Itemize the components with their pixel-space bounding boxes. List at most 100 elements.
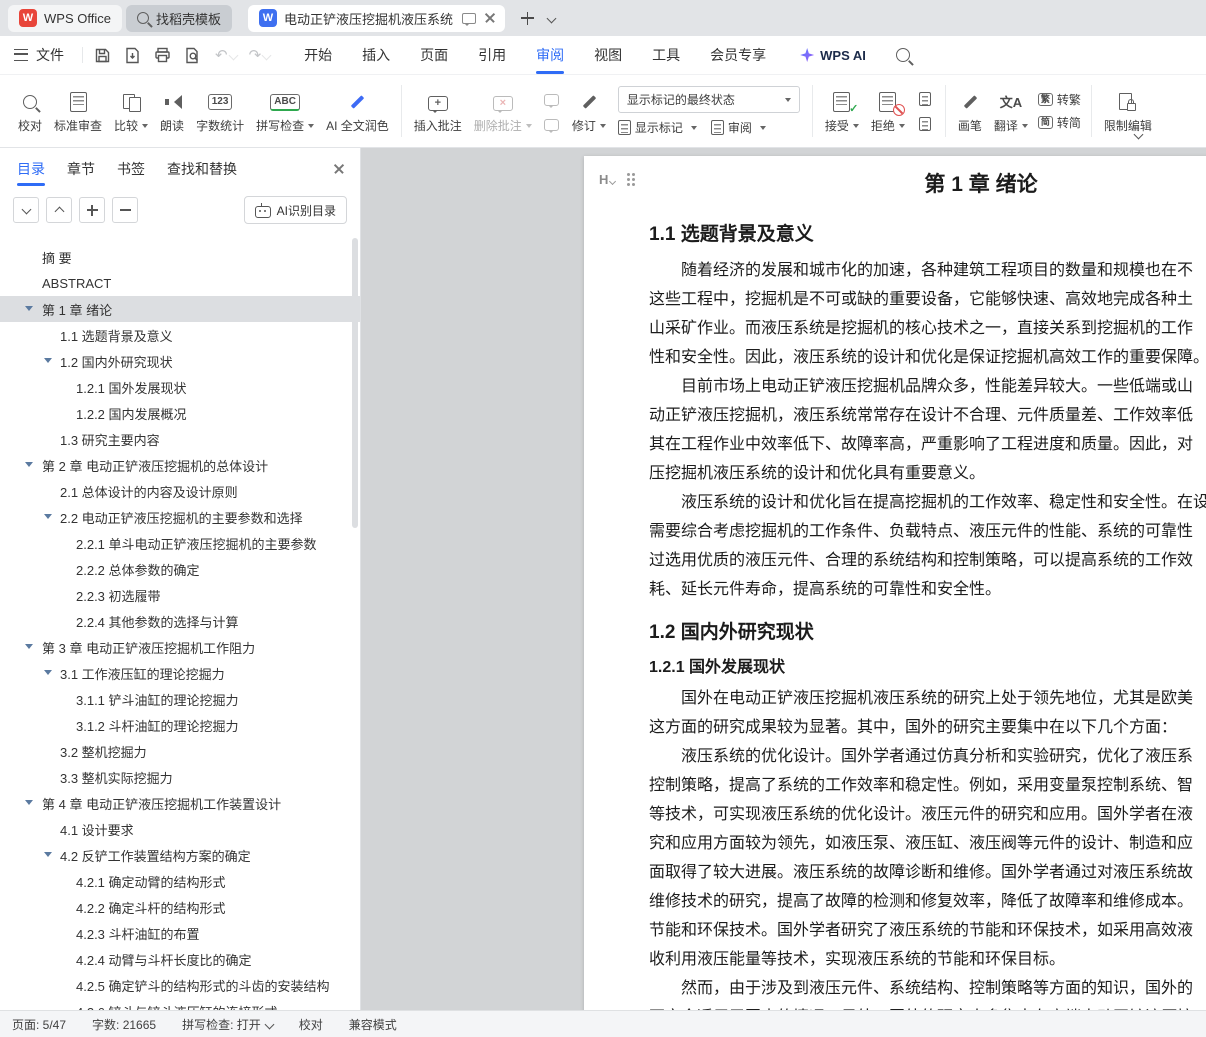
expand-all-button[interactable]: [13, 197, 39, 223]
to-simplified-button[interactable]: 简 转简: [1037, 114, 1081, 131]
toc-expand-icon[interactable]: [44, 670, 52, 675]
spellcheck-indicator[interactable]: 拼写检查: 打开: [182, 1016, 275, 1033]
toc-item[interactable]: 第 3 章 电动正铲液压挖掘机工作阻力: [0, 634, 360, 660]
toc-item[interactable]: 4.1 设计要求: [0, 816, 360, 842]
document-page[interactable]: 第 1 章 绪论 1.1 选题背景及意义 随着经济的发展和城市化的加速，各种建筑…: [584, 156, 1206, 1010]
word-count-button[interactable]: 123 字数统计: [190, 80, 250, 142]
insert-comment-button[interactable]: 插入批注: [408, 80, 468, 142]
toc-item[interactable]: 4.2.4 动臂与斗杆长度比的确定: [0, 946, 360, 972]
drag-handle-icon[interactable]: [627, 173, 631, 176]
redo-button[interactable]: [249, 48, 262, 63]
sidebar-tab[interactable]: 查找和替换: [167, 150, 237, 188]
sidebar-tab[interactable]: 目录: [17, 150, 45, 188]
review-pane-button[interactable]: 审阅: [710, 119, 766, 136]
toc-item[interactable]: 3.2 整机挖掘力: [0, 738, 360, 764]
compare-button[interactable]: 比较: [108, 80, 154, 142]
restrict-editing-button[interactable]: 限制编辑: [1098, 80, 1158, 142]
undo-chevron-icon[interactable]: [228, 50, 239, 60]
markup-state-dropdown[interactable]: 显示标记的最终状态: [617, 86, 800, 113]
toc-item[interactable]: 1.2.1 国外发展现状: [0, 374, 360, 400]
undo-button[interactable]: [215, 48, 228, 63]
toc-item[interactable]: 4.2.5 确定铲斗的结构形式的斗齿的安装结构: [0, 972, 360, 998]
delete-comment-button[interactable]: 删除批注: [468, 80, 538, 142]
document-canvas[interactable]: H 第 1 章 绪论 1.1 选题背景及意义 随着经济的发展和城市化的加速，各种…: [361, 148, 1206, 1010]
menu-tab[interactable]: 页面: [420, 36, 448, 74]
ink-brush-button[interactable]: 画笔: [952, 80, 988, 142]
zoom-in-toc-button[interactable]: [79, 197, 105, 223]
print-preview-button[interactable]: [179, 42, 205, 68]
wps-ai-button[interactable]: WPS AI: [800, 48, 866, 63]
toc-item[interactable]: 1.2 国内外研究现状: [0, 348, 360, 374]
toc-item[interactable]: 3.1.1 铲斗油缸的理论挖掘力: [0, 686, 360, 712]
menu-tab[interactable]: 工具: [652, 36, 680, 74]
toc-expand-icon[interactable]: [44, 852, 52, 857]
toc-item[interactable]: 2.2.4 其他参数的选择与计算: [0, 608, 360, 634]
toc-item[interactable]: 2.2 电动正铲液压挖掘机的主要参数和选择: [0, 504, 360, 530]
previous-revision-button[interactable]: [914, 89, 936, 109]
spellcheck-chevron-icon[interactable]: [264, 1019, 275, 1029]
toc-item[interactable]: 4.2.3 斗杆油缸的布置: [0, 920, 360, 946]
toc-item[interactable]: 2.2.1 单斗电动正铲液压挖掘机的主要参数: [0, 530, 360, 556]
export-pdf-button[interactable]: [119, 42, 145, 68]
tab-list-chevron-icon[interactable]: [546, 13, 557, 23]
toc-item[interactable]: 2.2.3 初选履带: [0, 582, 360, 608]
toc-item[interactable]: 4.2.2 确定斗杆的结构形式: [0, 894, 360, 920]
page-indicator[interactable]: 页面: 5/47: [12, 1016, 66, 1033]
toc-item[interactable]: 摘 要: [0, 244, 360, 270]
next-comment-button[interactable]: [541, 114, 563, 134]
save-button[interactable]: [89, 42, 115, 68]
close-sidebar-icon[interactable]: [332, 162, 346, 176]
menu-tab[interactable]: 会员专享: [710, 36, 766, 74]
sidebar-tab[interactable]: 书签: [117, 150, 145, 188]
toc-item[interactable]: 1.1 选题背景及意义: [0, 322, 360, 348]
toc-item[interactable]: 4.2.6 铲斗与铲斗液压缸的连接形式: [0, 998, 360, 1011]
toc-item[interactable]: 4.2.1 确定动臂的结构形式: [0, 868, 360, 894]
toc-item[interactable]: 1.3 研究主要内容: [0, 426, 360, 452]
toc-item[interactable]: 第 4 章 电动正铲液压挖掘机工作装置设计: [0, 790, 360, 816]
toc-item[interactable]: 第 1 章 绪论: [0, 296, 360, 322]
translate-button[interactable]: 文A 翻译: [988, 80, 1034, 142]
toc-item[interactable]: 3.1.2 斗杆油缸的理论挖掘力: [0, 712, 360, 738]
standard-review-button[interactable]: 标准审查: [48, 80, 108, 142]
ai-polish-button[interactable]: AI 全文润色: [320, 80, 395, 142]
toc-expand-icon[interactable]: [25, 800, 33, 805]
track-changes-button[interactable]: 修订: [566, 80, 612, 142]
read-aloud-button[interactable]: 朗读: [154, 80, 190, 142]
sidebar-tab[interactable]: 章节: [67, 150, 95, 188]
zoom-out-toc-button[interactable]: [112, 197, 138, 223]
menu-tab[interactable]: 视图: [594, 36, 622, 74]
collapse-all-button[interactable]: [46, 197, 72, 223]
redo-chevron-icon[interactable]: [261, 50, 272, 60]
new-tab-button[interactable]: [520, 11, 534, 25]
toc-expand-icon[interactable]: [25, 462, 33, 467]
toc-item[interactable]: 1.2.2 国内发展概况: [0, 400, 360, 426]
proofread-button[interactable]: 校对: [12, 80, 48, 142]
toc-expand-icon[interactable]: [44, 358, 52, 363]
reject-change-button[interactable]: 拒绝: [865, 80, 911, 142]
menu-tab[interactable]: 引用: [478, 36, 506, 74]
ribbon-collapse-icon[interactable]: [1133, 125, 1144, 143]
toc-expand-icon[interactable]: [44, 514, 52, 519]
proofread-indicator[interactable]: 校对: [299, 1016, 323, 1033]
word-count-indicator[interactable]: 字数: 21665: [92, 1016, 156, 1033]
paragraph-layout-icon[interactable]: H: [599, 172, 617, 187]
accept-change-button[interactable]: 接受: [819, 80, 865, 142]
toc-item[interactable]: 4.2 反铲工作装置结构方案的确定: [0, 842, 360, 868]
toc-expand-icon[interactable]: [25, 644, 33, 649]
toc-scrollbar[interactable]: [352, 238, 358, 528]
toc-item[interactable]: 第 2 章 电动正铲液压挖掘机的总体设计: [0, 452, 360, 478]
menu-tab[interactable]: 插入: [362, 36, 390, 74]
menu-tab[interactable]: 开始: [304, 36, 332, 74]
next-revision-button[interactable]: [914, 114, 936, 134]
ai-detect-toc-button[interactable]: AI识别目录: [243, 196, 347, 224]
toc-item[interactable]: ABSTRACT: [0, 270, 360, 296]
spell-check-button[interactable]: ABC 拼写检查: [250, 80, 320, 142]
toc-item[interactable]: 3.1 工作液压缸的理论挖掘力: [0, 660, 360, 686]
toc-item[interactable]: 2.1 总体设计的内容及设计原则: [0, 478, 360, 504]
previous-comment-button[interactable]: [541, 89, 563, 109]
toc-expand-icon[interactable]: [25, 306, 33, 311]
show-markup-button[interactable]: 显示标记: [617, 119, 697, 136]
search-button[interactable]: [895, 48, 910, 62]
toc-item[interactable]: 2.2.2 总体参数的确定: [0, 556, 360, 582]
close-tab-icon[interactable]: [483, 11, 497, 25]
